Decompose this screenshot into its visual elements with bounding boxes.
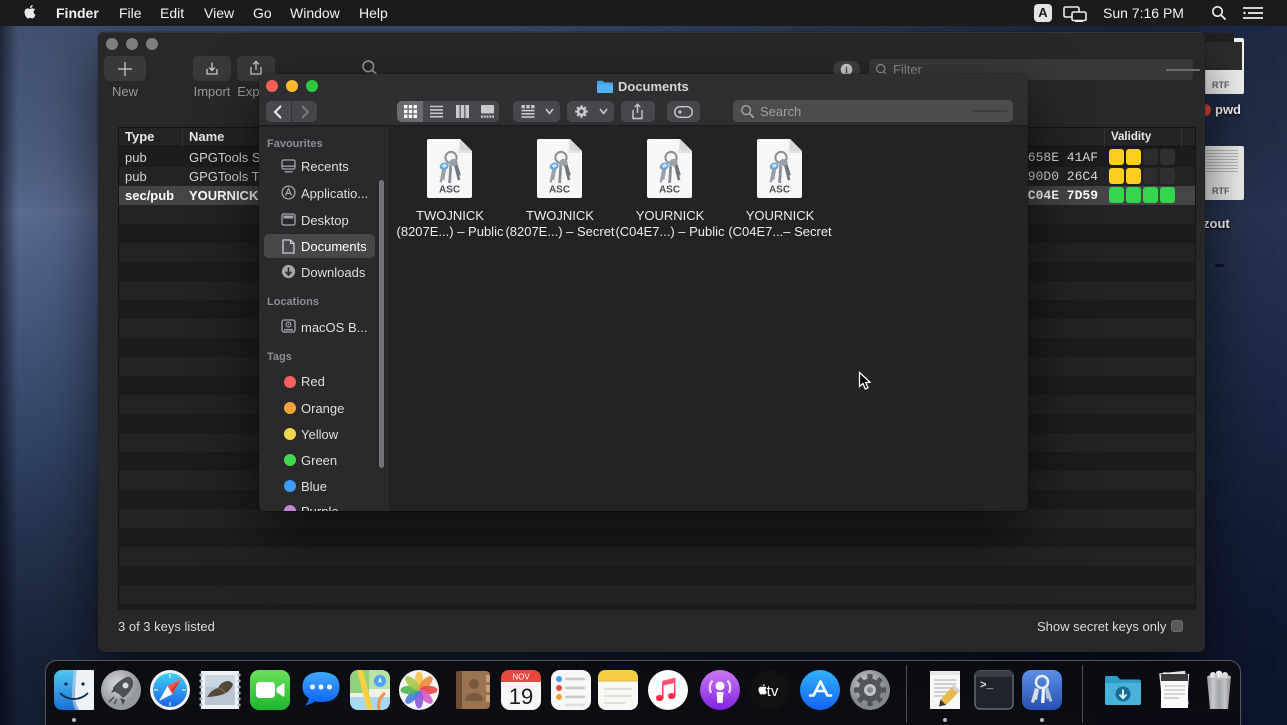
svg-text:NOV: NOV <box>512 673 530 682</box>
svg-text:>_: >_ <box>980 680 994 692</box>
svg-text:tv: tv <box>767 683 779 700</box>
svg-text:19: 19 <box>509 684 533 709</box>
